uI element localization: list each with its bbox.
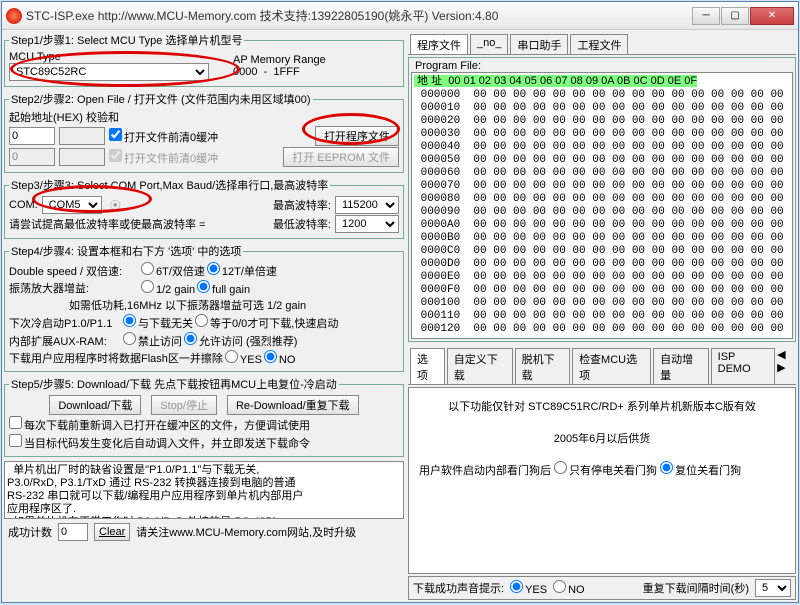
wdt-stop[interactable] (554, 461, 567, 474)
erase-yes[interactable] (225, 350, 238, 363)
step1-legend: Step1/步骤1: Select MCU Type 选择单片机型号 (9, 32, 244, 48)
aux-label: 内部扩展AUX-RAM: (9, 333, 121, 349)
step4-legend: Step4/步骤4: 设置本框和右下方 '选项' 中的选项 (9, 243, 243, 259)
open-program-file-button[interactable]: 打开程序文件 (315, 126, 399, 146)
tab-5[interactable]: ISP DEMO (711, 348, 776, 384)
maxbaud-label: 最高波特率: (273, 197, 331, 213)
close-button[interactable]: ✕ (750, 7, 794, 25)
com-label: COM: (9, 199, 38, 211)
step2-legend: Step2/步骤2: Open File / 打开文件 (文件范围内未用区域填0… (9, 91, 313, 107)
aux-yes[interactable] (184, 332, 197, 345)
options-line2: 2005年6月以后供货 (413, 428, 791, 450)
success-note: 请关注www.MCU-Memory.com网站,及时升级 (136, 524, 356, 540)
open-eeprom-file-button: 打开 EEPROM 文件 (283, 147, 399, 167)
maxbaud-select[interactable]: 115200 (335, 196, 399, 214)
clear-button[interactable]: Clear (94, 523, 130, 541)
ds-6t[interactable] (141, 262, 154, 275)
mcu-type-select[interactable]: STC89C52RC (9, 63, 209, 81)
wdt-reset[interactable] (660, 461, 673, 474)
tab-程序文件[interactable]: 程序文件 (410, 34, 468, 54)
clear-buf-1[interactable] (109, 128, 122, 141)
tab-1[interactable]: 自定义下载 (447, 348, 513, 384)
step3-panel: Step3/步骤3: Select COM Port,Max Baud/选择串行… (4, 177, 404, 239)
programfile-label: Program File: (411, 60, 793, 72)
ds-12t[interactable] (207, 262, 220, 275)
gain-half[interactable] (141, 280, 154, 293)
baud-note: 请尝试提高最低波特率或使最高波特率 = (9, 216, 205, 232)
tab-4[interactable]: 自动增量 (653, 348, 708, 384)
tab-0[interactable]: 选项 (410, 348, 445, 384)
mem-to: 1FFF (273, 66, 299, 78)
addr1-input[interactable] (9, 127, 55, 145)
wdt-label: 用户软件启动内部看门狗后 (419, 465, 551, 477)
stop-button: Stop/停止 (151, 395, 217, 415)
com-select[interactable]: COM5 (42, 196, 102, 214)
tab-串口助手[interactable]: 串口助手 (510, 34, 568, 54)
tab-3[interactable]: 检查MCU选项 (572, 348, 651, 384)
gain-note: 如需低功耗,16MHz 以下振荡器增益可选 1/2 gain (69, 297, 399, 313)
titlebar: STC-ISP.exe http://www.MCU-Memory.com 技术… (2, 2, 798, 30)
info-textbox[interactable]: 单片机出厂时的缺省设置是"P1.0/P1.1"与下载无关, P3.0/RxD, … (4, 461, 404, 519)
step2-panel: Step2/步骤2: Open File / 打开文件 (文件范围内未用区域填0… (4, 91, 404, 173)
ap-mem-label: AP Memory Range (233, 54, 326, 66)
boot-ignore[interactable] (123, 314, 136, 327)
tab-_no_[interactable]: _no_ (470, 34, 508, 54)
hex-viewer[interactable]: 地 址 00 01 02 03 04 05 06 07 08 09 0A 0B … (411, 72, 793, 339)
boot-label: 下次冷启动P1.0/P1.1 (9, 315, 121, 331)
tab-工程文件[interactable]: 工程文件 (570, 34, 628, 54)
erase-no[interactable] (264, 350, 277, 363)
step3-legend: Step3/步骤3: Select COM Port,Max Baud/选择串行… (9, 177, 330, 193)
success-count[interactable] (58, 523, 88, 541)
success-label: 成功计数 (8, 524, 52, 540)
step5-panel: Step5/步骤5: Download/下载 先点下载按钮再MCU上电复位-冷启… (4, 376, 404, 457)
checksum1 (59, 127, 105, 145)
reload-file-chk[interactable] (9, 416, 22, 429)
gain-full[interactable] (197, 280, 210, 293)
checksum2 (59, 148, 105, 166)
window-title: STC-ISP.exe http://www.MCU-Memory.com 技术… (26, 7, 692, 24)
top-tabstrip: 程序文件_no_串口助手工程文件 (408, 32, 796, 55)
step1-panel: Step1/步骤1: Select MCU Type 选择单片机型号 MCU T… (4, 32, 404, 87)
mem-from: 0000 (233, 66, 257, 78)
interval-label: 重复下载间隔时间(秒) (643, 580, 749, 596)
mid-tabstrip: 选项自定义下载脱机下载检查MCU选项自动增量ISP DEMO◀ ▶ (408, 346, 796, 385)
download-button[interactable]: Download/下载 (49, 395, 141, 415)
auto-reload-chk[interactable] (9, 434, 22, 447)
mcu-type-label: MCU Type (9, 51, 209, 63)
tab-scroll[interactable]: ◀ ▶ (777, 348, 796, 384)
doublespeed-label: Double speed / 双倍速: (9, 263, 139, 279)
sound-no[interactable] (553, 580, 566, 593)
aux-no[interactable] (123, 332, 136, 345)
clear-buf-2 (109, 149, 122, 162)
addr2-input[interactable] (9, 148, 55, 166)
minbaud-label: 最低波特率: (273, 216, 331, 232)
sound-yes[interactable] (510, 580, 523, 593)
step4-panel: Step4/步骤4: 设置本框和右下方 '选项' 中的选项 Double spe… (4, 243, 404, 372)
erase-label: 下载用户应用程序时将数据Flash区一并擦除 (9, 350, 223, 366)
maximize-button[interactable]: ▢ (721, 7, 749, 25)
minbaud-select[interactable]: 1200 (335, 215, 399, 233)
step5-legend: Step5/步骤5: Download/下载 先点下载按钮再MCU上电复位-冷启… (9, 376, 339, 392)
sound-label: 下载成功声音提示: (413, 580, 504, 596)
options-line1: 以下功能仅针对 STC89C51RC/RD+ 系列单片机新版本C版有效 (413, 396, 791, 418)
options-panel: 以下功能仅针对 STC89C51RC/RD+ 系列单片机新版本C版有效 2005… (408, 387, 796, 574)
com-indicator: ⦿ (110, 197, 121, 213)
tab-2[interactable]: 脱机下载 (515, 348, 570, 384)
minimize-button[interactable]: ─ (692, 7, 720, 25)
redownload-button[interactable]: Re-Download/重复下载 (227, 395, 359, 415)
step2-addrlabel: 起始地址(HEX) 校验和 (9, 109, 399, 125)
boot-zero[interactable] (195, 314, 208, 327)
gain-label: 振荡放大器增益: (9, 280, 139, 296)
interval-select[interactable]: 5 (755, 579, 791, 597)
app-icon (6, 8, 22, 24)
